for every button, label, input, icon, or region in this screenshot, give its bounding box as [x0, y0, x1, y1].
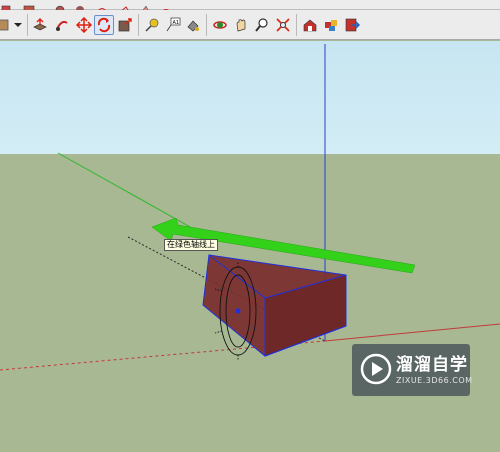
push-pull-icon[interactable]: [30, 15, 50, 35]
red-axis-positive: [324, 323, 500, 342]
dropdown-icon[interactable]: [12, 15, 24, 35]
scale-icon[interactable]: [115, 15, 135, 35]
play-logo-icon: [360, 353, 392, 385]
watermark-title: 溜溜自学: [396, 355, 468, 375]
toolbar-separator: [27, 14, 28, 36]
toolbar-separator: [206, 14, 207, 36]
move-icon[interactable]: [74, 15, 94, 35]
svg-text:A1: A1: [173, 20, 180, 26]
zoom-extents-icon[interactable]: [273, 15, 293, 35]
paint-icon[interactable]: [0, 15, 12, 35]
toolbar-top-strip: [0, 0, 500, 15]
toolbar-separator: [296, 14, 297, 36]
warehouse-icon[interactable]: [300, 15, 320, 35]
text-label-icon[interactable]: A1: [163, 15, 183, 35]
pan-icon[interactable]: [231, 15, 251, 35]
orbit-icon[interactable]: [210, 15, 230, 35]
watermark: 溜溜自学 ZIXUE.3D66.COM: [352, 344, 473, 396]
watermark-url: ZIXUE.3D66.COM: [396, 376, 473, 385]
paint-bucket-icon[interactable]: [183, 15, 203, 35]
tape-measure-icon[interactable]: [142, 15, 162, 35]
main-toolbar: A1: [0, 10, 500, 40]
inference-tooltip: 在绿色轴线上: [164, 239, 218, 251]
toolbar-separator: [138, 14, 139, 36]
rotate-center-point: [235, 308, 241, 314]
rotate-icon[interactable]: [94, 15, 114, 35]
zoom-icon[interactable]: [252, 15, 272, 35]
follow-me-icon[interactable]: [52, 15, 72, 35]
share-model-icon[interactable]: [342, 15, 362, 35]
components-icon[interactable]: [321, 15, 341, 35]
